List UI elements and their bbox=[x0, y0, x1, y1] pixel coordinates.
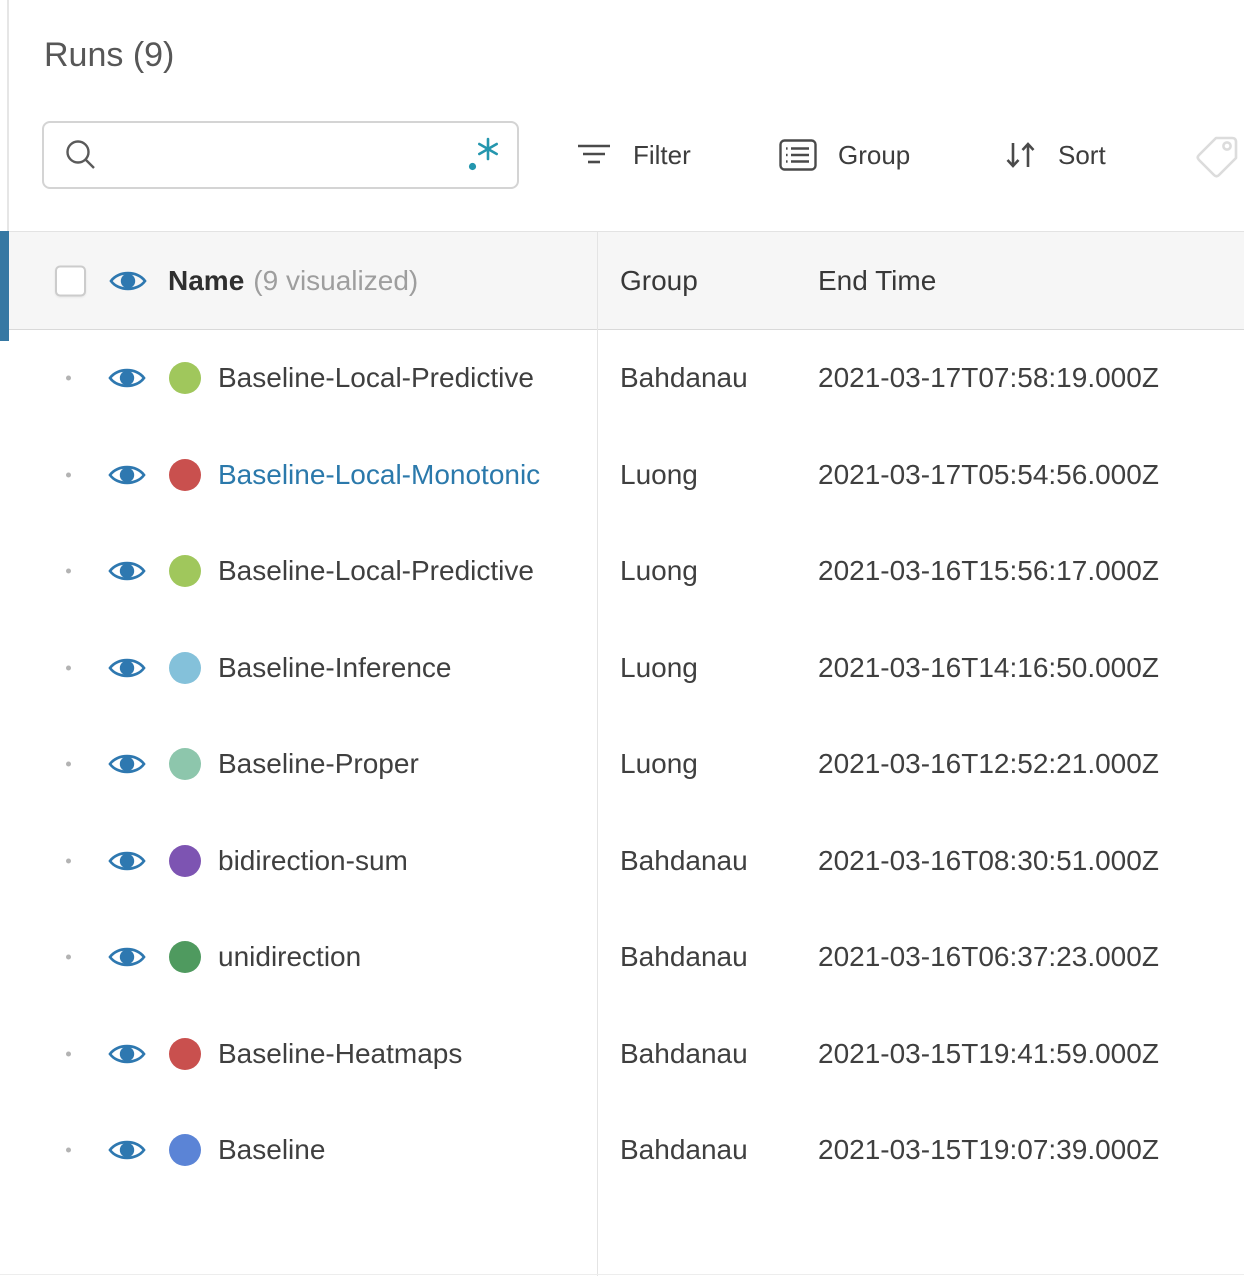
run-row[interactable]: Baseline-Inference Luong 2021-03-16T14:1… bbox=[0, 620, 1244, 717]
run-name-link[interactable]: Baseline-Proper bbox=[218, 748, 571, 780]
run-group: Luong bbox=[620, 555, 698, 587]
filter-button[interactable]: Filter bbox=[576, 121, 691, 189]
run-group: Luong bbox=[620, 458, 698, 490]
table-bottom-border bbox=[0, 1274, 1244, 1275]
runs-table-body: Baseline-Local-Predictive Bahdanau 2021-… bbox=[0, 330, 1244, 1199]
run-group: Bahdanau bbox=[620, 362, 748, 394]
run-name-link[interactable]: Baseline-Heatmaps bbox=[218, 1038, 571, 1070]
search-input[interactable] bbox=[112, 138, 465, 172]
header-accent-bar bbox=[0, 231, 9, 341]
run-visibility-eye-icon[interactable] bbox=[108, 751, 146, 778]
run-row[interactable]: unidirection Bahdanau 2021-03-16T06:37:2… bbox=[0, 909, 1244, 1006]
run-row[interactable]: Baseline-Heatmaps Bahdanau 2021-03-15T19… bbox=[0, 1006, 1244, 1103]
column-header-end-time: End Time bbox=[818, 264, 937, 296]
run-group: Bahdanau bbox=[620, 1037, 748, 1069]
run-name-link[interactable]: bidirection-sum bbox=[218, 845, 571, 877]
run-end-time: 2021-03-16T06:37:23.000Z bbox=[818, 941, 1159, 973]
run-name-link[interactable]: Baseline-Local-Predictive bbox=[218, 555, 571, 587]
run-end-time: 2021-03-15T19:07:39.000Z bbox=[818, 1134, 1159, 1166]
tag-icon[interactable] bbox=[1194, 133, 1240, 179]
drag-handle-dot[interactable] bbox=[66, 1051, 71, 1057]
group-icon bbox=[779, 139, 817, 171]
run-visibility-eye-icon[interactable] bbox=[108, 365, 146, 392]
run-name-link[interactable]: Baseline bbox=[218, 1134, 571, 1166]
run-visibility-eye-icon[interactable] bbox=[108, 558, 146, 585]
run-name-link[interactable]: Baseline-Inference bbox=[218, 652, 571, 684]
drag-handle-dot[interactable] bbox=[66, 665, 71, 671]
column-header-name: Name (9 visualized) bbox=[168, 265, 418, 297]
run-color-dot[interactable] bbox=[169, 555, 201, 588]
run-group: Luong bbox=[620, 748, 698, 780]
runs-panel: Runs (9) Filter Group Sort Name (9 visua… bbox=[0, 0, 1244, 1276]
run-color-dot[interactable] bbox=[169, 748, 201, 781]
drag-handle-dot[interactable] bbox=[66, 472, 71, 478]
run-end-time: 2021-03-17T05:54:56.000Z bbox=[818, 458, 1159, 490]
sort-button[interactable]: Sort bbox=[1003, 121, 1106, 189]
regex-toggle-icon[interactable] bbox=[465, 136, 501, 174]
run-visibility-eye-icon[interactable] bbox=[108, 654, 146, 681]
filter-label: Filter bbox=[633, 139, 691, 170]
run-group: Bahdanau bbox=[620, 1134, 748, 1166]
drag-handle-dot[interactable] bbox=[66, 375, 71, 381]
visibility-all-eye-icon[interactable] bbox=[109, 267, 147, 294]
column-name-label: Name bbox=[168, 264, 245, 296]
run-end-time: 2021-03-15T19:41:59.000Z bbox=[818, 1037, 1159, 1069]
run-row[interactable]: Baseline Bahdanau 2021-03-15T19:07:39.00… bbox=[0, 1102, 1244, 1199]
run-row[interactable]: Baseline-Local-Predictive Bahdanau 2021-… bbox=[0, 330, 1244, 427]
select-all-checkbox[interactable] bbox=[55, 265, 86, 296]
run-row[interactable]: bidirection-sum Bahdanau 2021-03-16T08:3… bbox=[0, 813, 1244, 910]
run-group: Luong bbox=[620, 651, 698, 683]
run-visibility-eye-icon[interactable] bbox=[108, 461, 146, 488]
run-visibility-eye-icon[interactable] bbox=[108, 847, 146, 874]
run-end-time: 2021-03-16T08:30:51.000Z bbox=[818, 844, 1159, 876]
run-end-time: 2021-03-16T14:16:50.000Z bbox=[818, 651, 1159, 683]
run-row[interactable]: Baseline-Local-Predictive Luong 2021-03-… bbox=[0, 523, 1244, 620]
drag-handle-dot[interactable] bbox=[66, 954, 71, 960]
run-name-link[interactable]: Baseline-Local-Predictive bbox=[218, 362, 571, 394]
panel-left-border bbox=[7, 0, 9, 231]
sort-label: Sort bbox=[1058, 139, 1106, 170]
group-button[interactable]: Group bbox=[779, 121, 910, 189]
run-end-time: 2021-03-16T12:52:21.000Z bbox=[818, 748, 1159, 780]
drag-handle-dot[interactable] bbox=[66, 858, 71, 864]
table-header: Name (9 visualized) Group End Time bbox=[0, 231, 1244, 330]
run-row[interactable]: Baseline-Proper Luong 2021-03-16T12:52:2… bbox=[0, 716, 1244, 813]
run-color-dot[interactable] bbox=[169, 844, 201, 877]
run-visibility-eye-icon[interactable] bbox=[108, 944, 146, 971]
search-box[interactable] bbox=[42, 121, 519, 189]
run-color-dot[interactable] bbox=[169, 362, 201, 395]
drag-handle-dot[interactable] bbox=[66, 761, 71, 767]
run-group: Bahdanau bbox=[620, 844, 748, 876]
drag-handle-dot[interactable] bbox=[66, 1147, 71, 1153]
filter-icon bbox=[576, 141, 612, 169]
column-header-group: Group bbox=[620, 264, 698, 296]
run-end-time: 2021-03-17T07:58:19.000Z bbox=[818, 362, 1159, 394]
run-name-link[interactable]: Baseline-Local-Monotonic bbox=[218, 459, 571, 491]
run-color-dot[interactable] bbox=[169, 1037, 201, 1070]
run-visibility-eye-icon[interactable] bbox=[108, 1137, 146, 1164]
search-icon bbox=[64, 138, 98, 172]
run-group: Bahdanau bbox=[620, 941, 748, 973]
run-name-link[interactable]: unidirection bbox=[218, 941, 571, 973]
visualized-count-label: (9 visualized) bbox=[253, 264, 419, 296]
run-color-dot[interactable] bbox=[169, 651, 201, 684]
run-visibility-eye-icon[interactable] bbox=[108, 1040, 146, 1067]
group-label: Group bbox=[838, 139, 911, 170]
sort-icon bbox=[1003, 139, 1037, 171]
run-color-dot[interactable] bbox=[169, 1134, 201, 1167]
run-color-dot[interactable] bbox=[169, 458, 201, 491]
run-end-time: 2021-03-16T15:56:17.000Z bbox=[818, 555, 1159, 587]
run-row[interactable]: Baseline-Local-Monotonic Luong 2021-03-1… bbox=[0, 427, 1244, 524]
drag-handle-dot[interactable] bbox=[66, 568, 71, 574]
run-color-dot[interactable] bbox=[169, 941, 201, 974]
page-title: Runs (9) bbox=[44, 36, 175, 74]
